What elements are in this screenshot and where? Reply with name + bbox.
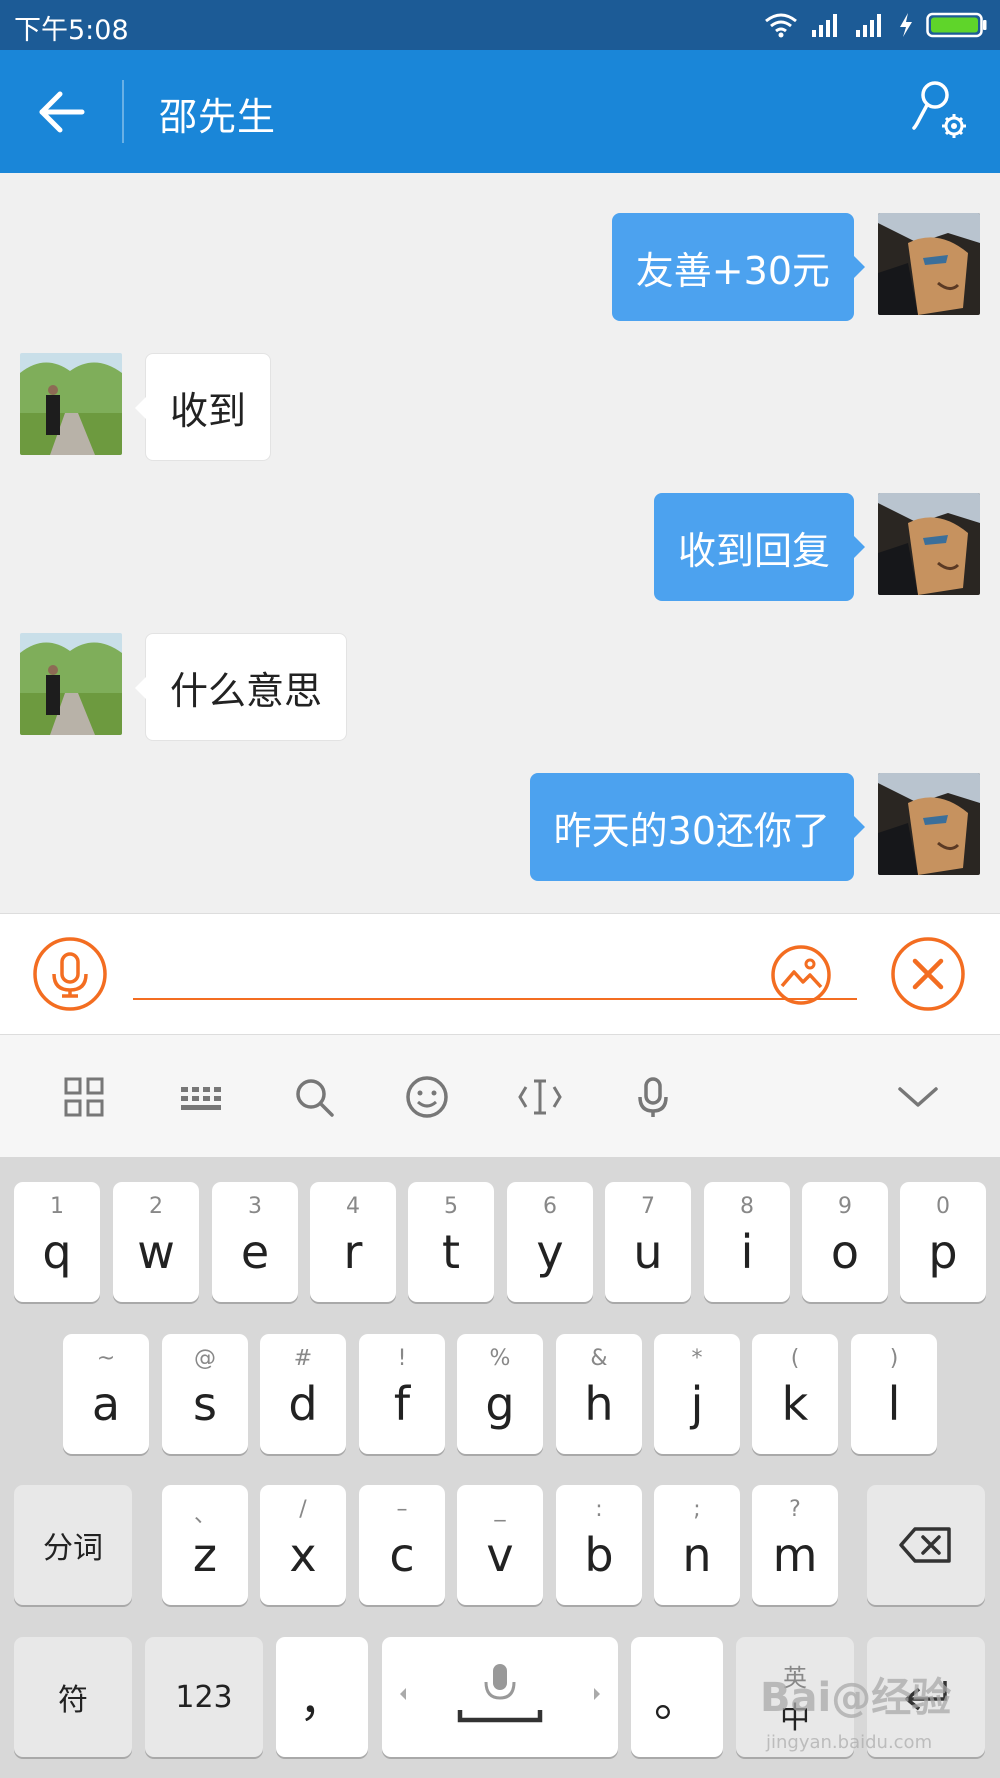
key-o[interactable]: 9o <box>802 1182 888 1302</box>
grid-icon[interactable] <box>60 1073 108 1121</box>
key-e[interactable]: 3e <box>212 1182 298 1302</box>
contact-avatar[interactable] <box>20 633 122 735</box>
key-y[interactable]: 6y <box>507 1182 593 1302</box>
message-input-bar <box>0 913 1000 1035</box>
space-key[interactable] <box>382 1637 618 1757</box>
wifi-icon <box>765 13 797 38</box>
key-d[interactable]: # d <box>260 1334 346 1454</box>
key-numbers[interactable]: 123 <box>145 1637 263 1757</box>
watermark-logo: Bai@经验 <box>760 1675 952 1721</box>
key-q[interactable]: 1q <box>14 1182 100 1302</box>
message-bubble-outgoing[interactable]: 友善+30元 <box>611 213 866 321</box>
signal-icon <box>812 14 837 37</box>
backspace-icon <box>899 1527 951 1563</box>
my-avatar[interactable] <box>878 773 980 875</box>
mic-icon[interactable] <box>629 1073 677 1121</box>
key-j[interactable]: * j <box>654 1334 740 1454</box>
backspace-key[interactable] <box>867 1485 985 1605</box>
key-k[interactable]: (k <box>752 1334 838 1454</box>
contact-settings-button[interactable] <box>910 78 970 144</box>
message-input[interactable] <box>133 938 857 1000</box>
my-avatar[interactable] <box>878 213 980 315</box>
contact-avatar[interactable] <box>20 353 122 455</box>
key-i[interactable]: 8i <box>704 1182 790 1302</box>
emoji-icon[interactable] <box>403 1073 451 1121</box>
user-settings-icon <box>912 81 966 138</box>
key-b[interactable]: :b <box>556 1485 642 1605</box>
key-m[interactable]: ? m <box>752 1485 838 1605</box>
microphone-icon <box>33 937 107 1011</box>
title-divider <box>122 80 124 143</box>
message-bubble-outgoing[interactable]: 昨天的30还你了 <box>529 773 866 881</box>
key-a[interactable]: ~ a <box>63 1334 149 1454</box>
key-w[interactable]: 2w <box>113 1182 199 1302</box>
key-p[interactable]: 0p <box>900 1182 986 1302</box>
status-time: 下午5:08 <box>14 15 129 46</box>
cursor-icon[interactable] <box>516 1073 564 1121</box>
key-fenci[interactable]: 分词 <box>14 1485 132 1605</box>
status-bar: 下午5:08 <box>0 0 1000 50</box>
voice-input-button[interactable] <box>32 936 108 1012</box>
key-u[interactable]: 7u <box>605 1182 691 1302</box>
status-icons <box>764 9 988 41</box>
message-bubble-incoming[interactable]: 收到 <box>134 353 272 461</box>
message-bubble-incoming[interactable]: 什么意思 <box>134 633 348 741</box>
key-f[interactable]: ! f <box>359 1334 445 1454</box>
chat-area[interactable]: 友善+30元 收到 收到回复 什么意思 昨天的30还你了 <box>0 173 1000 913</box>
battery-icon <box>926 12 987 38</box>
space-voice-icon <box>400 1664 600 1723</box>
close-icon <box>891 937 965 1011</box>
key-x[interactable]: / x <box>260 1485 346 1605</box>
signal-icon-2 <box>856 14 881 37</box>
key-comma[interactable]: ， <box>276 1637 368 1757</box>
chevron-down-icon[interactable] <box>894 1073 942 1121</box>
keyboard-icon[interactable] <box>177 1073 225 1121</box>
key-g[interactable]: % g <box>457 1334 543 1454</box>
image-button[interactable] <box>770 944 832 1006</box>
key-c[interactable]: – c <box>359 1485 445 1605</box>
back-button[interactable] <box>30 80 94 144</box>
message-bubble-outgoing[interactable]: 收到回复 <box>653 493 866 601</box>
key-symbols[interactable]: 符 <box>14 1637 132 1757</box>
key-z[interactable]: 、 z <box>162 1485 248 1605</box>
arrow-left-icon <box>39 91 85 133</box>
charging-icon <box>900 13 912 37</box>
watermark-url: jingyan.baidu.com <box>766 1732 933 1753</box>
key-v[interactable]: _ v <box>457 1485 543 1605</box>
image-icon <box>771 945 831 1005</box>
page-title: 邵先生 <box>159 95 277 139</box>
key-n[interactable]: ; n <box>654 1485 740 1605</box>
key-l[interactable]: ) l <box>851 1334 937 1454</box>
key-period[interactable]: 。 <box>631 1637 723 1757</box>
my-avatar[interactable] <box>878 493 980 595</box>
key-t[interactable]: 5t <box>408 1182 494 1302</box>
title-bar: 邵先生 <box>0 50 1000 173</box>
key-h[interactable]: & h <box>556 1334 642 1454</box>
key-r[interactable]: 4r <box>310 1182 396 1302</box>
key-s[interactable]: @ s <box>162 1334 248 1454</box>
close-button[interactable] <box>890 936 966 1012</box>
ime-toolbar <box>0 1035 1000 1157</box>
search-icon[interactable] <box>290 1073 338 1121</box>
